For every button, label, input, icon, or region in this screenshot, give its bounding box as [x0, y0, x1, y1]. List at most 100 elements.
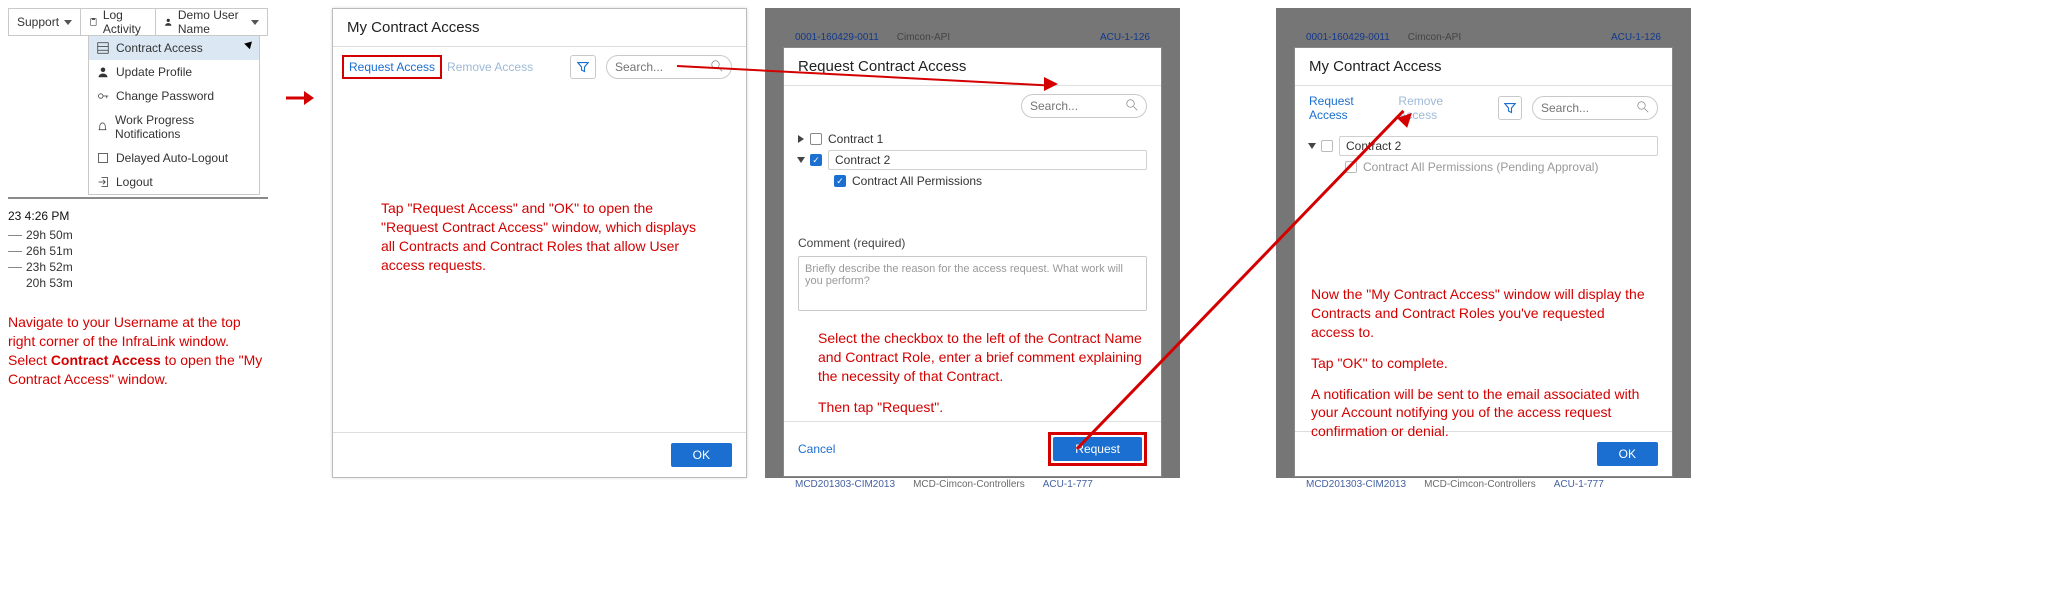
checkbox[interactable] — [810, 133, 822, 145]
menu-item-update-profile[interactable]: Update Profile — [89, 60, 259, 84]
search-field[interactable] — [1021, 94, 1147, 118]
menu-item-delayed-logout[interactable]: Delayed Auto-Logout — [89, 146, 259, 170]
annotation-text: Select the checkbox to the left of the C… — [818, 329, 1143, 386]
window-body: Tap "Request Access" and "OK" to open th… — [333, 87, 746, 432]
tab-request-access[interactable]: Request Access — [349, 60, 435, 74]
duration-value: 26h 51m — [26, 244, 73, 258]
background-row: MCD201303-CIM2013 MCD-Cimcon-Controllers… — [783, 477, 1162, 492]
contract-tree: Contract 2 Contract All Permissions (Pen… — [1295, 130, 1672, 180]
annotation-panel2: Tap "Request Access" and "OK" to open th… — [381, 199, 711, 275]
clipboard-icon — [89, 16, 98, 28]
tree-row-role[interactable]: ✓ Contract All Permissions — [798, 172, 1147, 190]
tree-label: Contract 2 — [828, 150, 1147, 170]
menu-label: Logout — [116, 175, 153, 189]
menu-label: Contract Access — [116, 41, 203, 55]
tree-label: Contract 2 — [1339, 136, 1658, 156]
search-field[interactable] — [1532, 96, 1658, 120]
key-icon — [97, 90, 109, 102]
menu-item-work-progress[interactable]: Work Progress Notifications — [89, 108, 259, 146]
search-input[interactable] — [1030, 99, 1120, 113]
ghost-text: Cimcon-API — [897, 32, 950, 43]
user-dropdown-menu: Contract Access Update Profile Change Pa… — [88, 36, 260, 195]
checkbox-checked[interactable]: ✓ — [834, 175, 846, 187]
ghost-text: MCD-Cimcon-Controllers — [913, 479, 1025, 490]
filter-button[interactable] — [1498, 96, 1522, 120]
tree-row-contract-1[interactable]: Contract 1 — [798, 130, 1147, 148]
menu-label: Work Progress Notifications — [115, 113, 251, 141]
app-topbar: Support Log Activity Demo User Name — [8, 8, 268, 36]
support-label: Support — [17, 15, 59, 29]
window-footer: OK — [333, 432, 746, 477]
duration-row: 29h 50m — [8, 227, 268, 243]
username-menu-button[interactable]: Demo User Name — [156, 9, 267, 35]
search-field[interactable] — [606, 55, 732, 79]
arrow-step-1 — [286, 8, 314, 108]
grid-icon — [97, 42, 109, 54]
log-activity-button[interactable]: Log Activity — [81, 9, 156, 35]
caret-down-icon — [1308, 143, 1316, 149]
tab-remove-access[interactable]: Remove Access — [1398, 94, 1477, 122]
duration-value: 20h 53m — [26, 276, 73, 290]
log-activity-label: Log Activity — [103, 8, 148, 36]
funnel-icon — [1504, 102, 1516, 114]
ok-button[interactable]: OK — [671, 443, 732, 467]
background-overlay: 0001-160429-0011 Cimcon-API ACU-1-126 My… — [1276, 8, 1691, 478]
checkbox-checked[interactable]: ✓ — [810, 154, 822, 166]
tree-label: Contract All Permissions — [852, 174, 982, 188]
funnel-icon — [577, 61, 589, 73]
menu-item-logout[interactable]: Logout — [89, 170, 259, 194]
ok-button[interactable]: OK — [1597, 442, 1658, 466]
menu-item-change-password[interactable]: Change Password — [89, 84, 259, 108]
tree-row-contract-2[interactable]: ✓ Contract 2 — [798, 148, 1147, 172]
checkbox[interactable] — [1321, 140, 1333, 152]
tab-remove-access[interactable]: Remove Access — [447, 60, 533, 74]
annotation-panel3: Select the checkbox to the left of the C… — [784, 315, 1161, 421]
cancel-button[interactable]: Cancel — [798, 442, 835, 456]
time-block: 23 4:26 PM 29h 50m 26h 51m 23h 52m 20h 5… — [8, 209, 268, 291]
tree-label: Contract 1 — [828, 132, 883, 146]
filter-button[interactable] — [570, 55, 596, 79]
checkbox-icon — [97, 152, 109, 164]
search-input[interactable] — [1541, 101, 1631, 115]
ghost-link: MCD201303-CIM2013 — [795, 479, 895, 490]
person-icon — [97, 66, 109, 78]
checkbox[interactable] — [1345, 161, 1357, 173]
ghost-link: ACU-1-777 — [1043, 479, 1093, 490]
window-title: My Contract Access — [333, 9, 746, 47]
background-row: MCD201303-CIM2013 MCD-Cimcon-Controllers… — [1294, 477, 1673, 492]
search-icon — [1637, 101, 1649, 116]
dialog-toolbar — [784, 86, 1161, 126]
comment-label: Comment (required) — [784, 234, 1161, 252]
tab-request-access[interactable]: Request Access — [1309, 94, 1388, 122]
tree-row-role-pending[interactable]: Contract All Permissions (Pending Approv… — [1309, 158, 1658, 176]
ghost-link: 0001-160429-0011 — [1306, 32, 1390, 43]
ghost-link: 0001-160429-0011 — [795, 32, 879, 43]
background-overlay: 0001-160429-0011 Cimcon-API ACU-1-126 Re… — [765, 8, 1180, 478]
annotation-text: A notification will be sent to the email… — [1311, 385, 1651, 442]
search-icon — [1126, 99, 1138, 114]
tree-row-contract-2[interactable]: Contract 2 — [1309, 134, 1658, 158]
search-input[interactable] — [615, 60, 705, 74]
menu-label: Update Profile — [116, 65, 192, 79]
window-my-contract-access: My Contract Access Request Access Remove… — [332, 8, 747, 478]
dialog-request-contract-access: Request Contract Access Contract 1 — [783, 47, 1162, 477]
annotation-text: Tap "OK" to complete. — [1311, 354, 1651, 373]
dialog-footer: Cancel Request — [784, 421, 1161, 476]
duration-row: 23h 52m — [8, 259, 268, 275]
duration-value: 29h 50m — [26, 228, 73, 242]
comment-textarea[interactable]: Briefly describe the reason for the acce… — [798, 256, 1147, 311]
duration-row: 26h 51m — [8, 243, 268, 259]
support-menu-button[interactable]: Support — [9, 9, 81, 35]
annotation-text: Now the "My Contract Access" window will… — [1311, 285, 1651, 342]
annotation-panel1: Navigate to your Username at the top rig… — [8, 313, 263, 389]
request-button[interactable]: Request — [1053, 437, 1142, 461]
highlight-request-button: Request — [1048, 432, 1147, 466]
menu-label: Delayed Auto-Logout — [116, 151, 228, 165]
logout-icon — [97, 176, 109, 188]
window-toolbar: Request Access Remove Access — [1295, 86, 1672, 130]
tree-label: Contract All Permissions (Pending Approv… — [1363, 160, 1598, 174]
duration-row: 20h 53m — [8, 275, 268, 291]
arrow-right-icon — [286, 88, 314, 108]
menu-item-contract-access[interactable]: Contract Access — [89, 36, 259, 60]
username-label: Demo User Name — [178, 8, 246, 36]
